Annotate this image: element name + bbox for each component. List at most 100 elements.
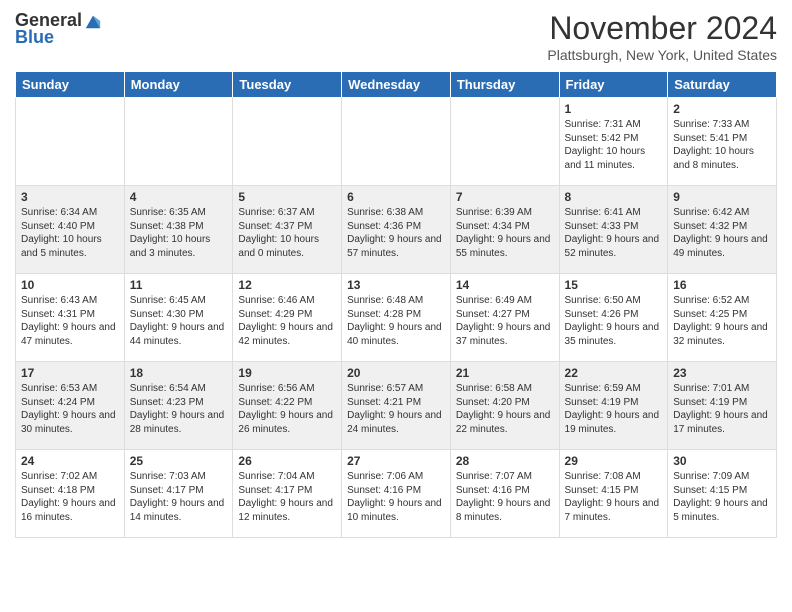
calendar-week-3: 10Sunrise: 6:43 AM Sunset: 4:31 PM Dayli… bbox=[16, 274, 777, 362]
day-number: 8 bbox=[565, 190, 663, 204]
calendar-cell: 22 Sunrise: 6:59 AM Sunset: 4:19 PM Dayli… bbox=[559, 362, 668, 450]
day-info: Sunrise: 6:49 AM Sunset: 4:27 PM Dayligh… bbox=[456, 294, 554, 348]
calendar-cell: 4 Sunrise: 6:35 AM Sunset: 4:38 PM Daylig… bbox=[124, 186, 233, 274]
calendar-week-4: 17Sunrise: 6:53 AM Sunset: 4:24 PM Dayli… bbox=[16, 362, 777, 450]
day-number: 15 bbox=[565, 278, 663, 292]
calendar-cell: 6 Sunrise: 6:38 AM Sunset: 4:36 PM Daylig… bbox=[342, 186, 451, 274]
calendar-cell: 23 Sunrise: 7:01 AM Sunset: 4:19 PM Dayli… bbox=[668, 362, 777, 450]
day-info: Sunrise: 6:45 AM Sunset: 4:30 PM Dayligh… bbox=[130, 294, 228, 348]
day-header-tuesday: Tuesday bbox=[233, 72, 342, 98]
calendar-cell: 27Sunrise: 7:06 AM Sunset: 4:16 PM Dayli… bbox=[342, 450, 451, 538]
logo-icon bbox=[84, 12, 102, 30]
title-section: November 2024 Plattsburgh, New York, Uni… bbox=[547, 10, 777, 63]
calendar-cell: 14 Sunrise: 6:49 AM Sunset: 4:27 PM Dayli… bbox=[450, 274, 559, 362]
calendar-cell bbox=[233, 98, 342, 186]
calendar-cell: 7 Sunrise: 6:39 AM Sunset: 4:34 PM Daylig… bbox=[450, 186, 559, 274]
calendar-cell: 13 Sunrise: 6:48 AM Sunset: 4:28 PM Dayli… bbox=[342, 274, 451, 362]
calendar-cell: 12 Sunrise: 6:46 AM Sunset: 4:29 PM Dayli… bbox=[233, 274, 342, 362]
day-header-wednesday: Wednesday bbox=[342, 72, 451, 98]
day-number: 18 bbox=[130, 366, 228, 380]
day-info: Sunrise: 6:43 AM Sunset: 4:31 PM Dayligh… bbox=[21, 294, 119, 348]
calendar-cell: 8 Sunrise: 6:41 AM Sunset: 4:33 PM Daylig… bbox=[559, 186, 668, 274]
calendar-header-row: SundayMondayTuesdayWednesdayThursdayFrid… bbox=[16, 72, 777, 98]
day-info: Sunrise: 7:09 AM Sunset: 4:15 PM Dayligh… bbox=[673, 470, 771, 524]
day-info: Sunrise: 6:42 AM Sunset: 4:32 PM Dayligh… bbox=[673, 206, 771, 260]
day-info: Sunrise: 6:50 AM Sunset: 4:26 PM Dayligh… bbox=[565, 294, 663, 348]
calendar-cell: 19 Sunrise: 6:56 AM Sunset: 4:22 PM Dayli… bbox=[233, 362, 342, 450]
day-number: 23 bbox=[673, 366, 771, 380]
calendar-cell: 21Sunrise: 6:58 AM Sunset: 4:20 PM Dayli… bbox=[450, 362, 559, 450]
day-info: Sunrise: 6:48 AM Sunset: 4:28 PM Dayligh… bbox=[347, 294, 445, 348]
day-info: Sunrise: 6:59 AM Sunset: 4:19 PM Dayligh… bbox=[565, 382, 663, 436]
calendar-week-1: 1 Sunrise: 7:31 AM Sunset: 5:42 PM Daylig… bbox=[16, 98, 777, 186]
header: General Blue November 2024 Plattsburgh, … bbox=[15, 10, 777, 63]
day-number: 1 bbox=[565, 102, 663, 116]
calendar: SundayMondayTuesdayWednesdayThursdayFrid… bbox=[15, 71, 777, 538]
day-header-monday: Monday bbox=[124, 72, 233, 98]
day-info: Sunrise: 6:56 AM Sunset: 4:22 PM Dayligh… bbox=[238, 382, 336, 436]
day-info: Sunrise: 6:39 AM Sunset: 4:34 PM Dayligh… bbox=[456, 206, 554, 260]
day-info: Sunrise: 6:34 AM Sunset: 4:40 PM Dayligh… bbox=[21, 206, 119, 260]
day-number: 13 bbox=[347, 278, 445, 292]
day-number: 24 bbox=[21, 454, 119, 468]
day-number: 6 bbox=[347, 190, 445, 204]
calendar-cell: 2Sunrise: 7:33 AM Sunset: 5:41 PM Daylig… bbox=[668, 98, 777, 186]
day-info: Sunrise: 7:31 AM Sunset: 5:42 PM Dayligh… bbox=[565, 118, 663, 172]
day-header-sunday: Sunday bbox=[16, 72, 125, 98]
calendar-cell: 5Sunrise: 6:37 AM Sunset: 4:37 PM Daylig… bbox=[233, 186, 342, 274]
logo: General Blue bbox=[15, 10, 102, 48]
day-number: 22 bbox=[565, 366, 663, 380]
calendar-cell: 18 Sunrise: 6:54 AM Sunset: 4:23 PM Dayli… bbox=[124, 362, 233, 450]
day-info: Sunrise: 7:04 AM Sunset: 4:17 PM Dayligh… bbox=[238, 470, 336, 524]
calendar-cell: 11 Sunrise: 6:45 AM Sunset: 4:30 PM Dayli… bbox=[124, 274, 233, 362]
day-number: 29 bbox=[565, 454, 663, 468]
calendar-cell bbox=[342, 98, 451, 186]
calendar-cell: 1 Sunrise: 7:31 AM Sunset: 5:42 PM Daylig… bbox=[559, 98, 668, 186]
logo-blue: Blue bbox=[15, 27, 54, 48]
day-info: Sunrise: 7:06 AM Sunset: 4:16 PM Dayligh… bbox=[347, 470, 445, 524]
day-info: Sunrise: 6:37 AM Sunset: 4:37 PM Dayligh… bbox=[238, 206, 336, 260]
page: General Blue November 2024 Plattsburgh, … bbox=[0, 0, 792, 612]
day-number: 3 bbox=[21, 190, 119, 204]
calendar-cell: 16 Sunrise: 6:52 AM Sunset: 4:25 PM Dayli… bbox=[668, 274, 777, 362]
calendar-cell: 10Sunrise: 6:43 AM Sunset: 4:31 PM Dayli… bbox=[16, 274, 125, 362]
day-info: Sunrise: 6:38 AM Sunset: 4:36 PM Dayligh… bbox=[347, 206, 445, 260]
day-info: Sunrise: 7:03 AM Sunset: 4:17 PM Dayligh… bbox=[130, 470, 228, 524]
day-number: 19 bbox=[238, 366, 336, 380]
calendar-cell: 15 Sunrise: 6:50 AM Sunset: 4:26 PM Dayli… bbox=[559, 274, 668, 362]
calendar-cell bbox=[124, 98, 233, 186]
day-number: 17 bbox=[21, 366, 119, 380]
day-number: 30 bbox=[673, 454, 771, 468]
day-info: Sunrise: 6:54 AM Sunset: 4:23 PM Dayligh… bbox=[130, 382, 228, 436]
day-number: 11 bbox=[130, 278, 228, 292]
day-info: Sunrise: 7:08 AM Sunset: 4:15 PM Dayligh… bbox=[565, 470, 663, 524]
day-number: 14 bbox=[456, 278, 554, 292]
calendar-cell: 3 Sunrise: 6:34 AM Sunset: 4:40 PM Daylig… bbox=[16, 186, 125, 274]
day-info: Sunrise: 6:52 AM Sunset: 4:25 PM Dayligh… bbox=[673, 294, 771, 348]
calendar-cell: 17Sunrise: 6:53 AM Sunset: 4:24 PM Dayli… bbox=[16, 362, 125, 450]
day-number: 20 bbox=[347, 366, 445, 380]
day-header-friday: Friday bbox=[559, 72, 668, 98]
calendar-cell bbox=[450, 98, 559, 186]
day-number: 7 bbox=[456, 190, 554, 204]
day-number: 12 bbox=[238, 278, 336, 292]
calendar-cell: 24Sunrise: 7:02 AM Sunset: 4:18 PM Dayli… bbox=[16, 450, 125, 538]
calendar-cell: 29 Sunrise: 7:08 AM Sunset: 4:15 PM Dayli… bbox=[559, 450, 668, 538]
day-info: Sunrise: 6:57 AM Sunset: 4:21 PM Dayligh… bbox=[347, 382, 445, 436]
day-info: Sunrise: 6:35 AM Sunset: 4:38 PM Dayligh… bbox=[130, 206, 228, 260]
day-number: 16 bbox=[673, 278, 771, 292]
day-number: 2 bbox=[673, 102, 771, 116]
calendar-week-5: 24Sunrise: 7:02 AM Sunset: 4:18 PM Dayli… bbox=[16, 450, 777, 538]
calendar-cell: 20 Sunrise: 6:57 AM Sunset: 4:21 PM Dayli… bbox=[342, 362, 451, 450]
day-number: 9 bbox=[673, 190, 771, 204]
calendar-week-2: 3 Sunrise: 6:34 AM Sunset: 4:40 PM Daylig… bbox=[16, 186, 777, 274]
calendar-cell: 26 Sunrise: 7:04 AM Sunset: 4:17 PM Dayli… bbox=[233, 450, 342, 538]
day-number: 21 bbox=[456, 366, 554, 380]
day-number: 26 bbox=[238, 454, 336, 468]
day-info: Sunrise: 7:01 AM Sunset: 4:19 PM Dayligh… bbox=[673, 382, 771, 436]
day-header-saturday: Saturday bbox=[668, 72, 777, 98]
calendar-cell bbox=[16, 98, 125, 186]
day-info: Sunrise: 6:46 AM Sunset: 4:29 PM Dayligh… bbox=[238, 294, 336, 348]
day-number: 4 bbox=[130, 190, 228, 204]
day-info: Sunrise: 6:41 AM Sunset: 4:33 PM Dayligh… bbox=[565, 206, 663, 260]
